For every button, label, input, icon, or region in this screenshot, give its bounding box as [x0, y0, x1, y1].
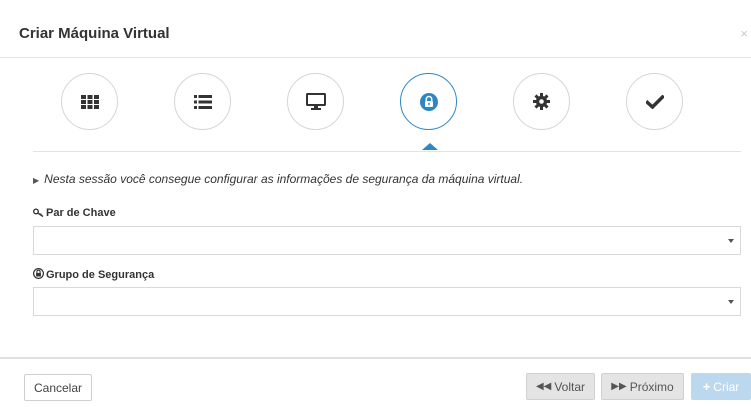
cancel-button-label: Cancelar — [33, 380, 83, 395]
modal-footer: Cancelar ◀◀ Voltar ▶▶ Próximo + Criar — [0, 357, 751, 407]
security-group-select[interactable] — [33, 287, 741, 316]
wizard-steps — [33, 73, 741, 152]
fast-forward-icon: ▶▶ — [611, 381, 627, 392]
create-button-label: Criar — [713, 379, 740, 394]
security-group-label: Grupo de Segurança — [33, 268, 154, 281]
check-icon — [645, 94, 664, 109]
step-template[interactable] — [61, 73, 118, 130]
key-pair-label-text: Par de Chave — [46, 207, 116, 219]
key-pair-label: Par de Chave — [33, 207, 116, 219]
key-icon — [33, 208, 44, 218]
step-list[interactable] — [174, 73, 231, 130]
step-monitor[interactable] — [287, 73, 344, 130]
section-info: ▶ Nesta sessão você consegue configurar a… — [33, 172, 523, 186]
modal-header: Criar Máquina Virtual × — [0, 0, 751, 58]
fast-backward-icon: ◀◀ — [535, 381, 552, 392]
step-security[interactable] — [400, 73, 457, 130]
active-step-pointer — [422, 143, 438, 150]
next-button-label: Próximo — [629, 379, 674, 394]
plus-icon: + — [702, 379, 711, 394]
grid-icon — [80, 94, 99, 109]
next-button[interactable]: ▶▶ Próximo — [601, 373, 684, 400]
back-button-label: Voltar — [554, 379, 586, 394]
chevron-down-icon — [728, 239, 734, 243]
step-confirm[interactable] — [626, 73, 683, 130]
chevron-down-icon — [728, 300, 734, 304]
step-settings[interactable] — [513, 73, 570, 130]
list-icon — [193, 94, 212, 109]
gear-icon — [533, 93, 550, 110]
caret-right-icon: ▶ — [33, 176, 40, 185]
lock-icon — [419, 92, 438, 111]
info-text: Nesta sessão você consegue configurar as… — [44, 172, 524, 186]
close-button[interactable]: × — [740, 26, 748, 41]
lock-icon — [33, 268, 44, 279]
security-group-label-text: Grupo de Segurança — [46, 269, 155, 281]
key-pair-select[interactable] — [33, 226, 741, 255]
back-button[interactable]: ◀◀ Voltar — [526, 373, 595, 400]
cancel-button[interactable]: Cancelar — [24, 374, 92, 401]
monitor-icon — [305, 93, 326, 110]
create-button[interactable]: + Criar — [691, 373, 751, 400]
modal-title: Criar Máquina Virtual — [19, 25, 170, 42]
